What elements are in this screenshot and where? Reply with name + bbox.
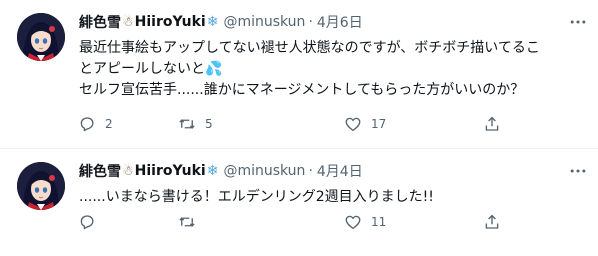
share-icon [485,214,499,229]
like-icon [345,215,361,230]
avatar-image [17,162,65,210]
avatar[interactable] [17,13,65,61]
sweat-drops-emoji: 💦 [205,61,223,77]
tweet-timestamp[interactable]: 4月4日 [317,161,363,181]
retweet-count: 5 [205,117,213,131]
reply-button[interactable]: 2 [78,113,113,135]
reply-button[interactable] [78,211,105,233]
tweet[interactable]: 緋色雪 ☃ HiiroYuki ❄ @minuskun · 4月4日 .....… [0,149,598,256]
separator-dot: · [308,163,313,179]
retweet-icon [179,119,195,129]
separator-dot: · [308,14,313,30]
snowman-emoji: ☃ [122,163,134,179]
tweet-text: 最近仕事絵もアップしてない褪せ人状態なのですが、ボチボチ描いてるこ とアピールし… [79,38,594,101]
display-name-suffix[interactable]: HiiroYuki [135,14,206,30]
display-name[interactable]: 緋色雪 [79,161,121,181]
tweet-text-line: とアピールしないと💦 [79,59,594,80]
tweet-text-segment: とアピールしないと [79,61,205,77]
more-icon[interactable] [568,161,588,181]
tweet-actions: 2 5 17 [70,113,510,135]
display-name-suffix[interactable]: HiiroYuki [135,163,206,179]
tweet-text-line: 最近仕事絵もアップしてない褪せ人状態なのですが、ボチボチ描いてるこ [79,40,540,56]
like-button[interactable]: 17 [344,113,386,135]
tweet-timestamp[interactable]: 4月6日 [317,12,363,32]
like-icon [345,117,361,132]
retweet-icon [179,217,195,227]
reply-count: 2 [105,117,113,131]
tweet-text: ......いまなら書ける！エルデンリング2週目入りました!! [79,187,594,208]
like-count: 11 [371,215,387,229]
tweet-text-line: ......いまなら書ける！エルデンリング2週目入りました!! [79,189,434,205]
share-button[interactable] [483,113,501,135]
avatar-image [17,13,65,61]
tweet[interactable]: 緋色雪 ☃ HiiroYuki ❄ @minuskun · 4月6日 最近仕事絵… [0,0,598,149]
tweet-text-line: セルフ宣伝苦手......誰かにマネージメントしてもらった方がいいのか？ [79,82,525,98]
share-button[interactable] [483,211,501,233]
snowman-emoji: ☃ [122,14,134,30]
tweet-actions: 11 [70,211,510,233]
share-icon [485,116,499,131]
user-handle[interactable]: @minuskun [223,163,305,179]
avatar[interactable] [17,162,65,210]
reply-icon [80,215,94,230]
snowflake-emoji: ❄ [206,163,219,179]
user-handle[interactable]: @minuskun [223,14,305,30]
display-name[interactable]: 緋色雪 [79,12,121,32]
retweet-button[interactable] [178,211,205,233]
more-icon[interactable] [568,12,588,32]
snowflake-emoji: ❄ [206,14,219,30]
reply-icon [80,117,94,132]
tweet-header: 緋色雪 ☃ HiiroYuki ❄ @minuskun · 4月4日 [79,161,588,181]
retweet-button[interactable]: 5 [178,113,213,135]
like-count: 17 [371,117,387,131]
tweet-header: 緋色雪 ☃ HiiroYuki ❄ @minuskun · 4月6日 [79,12,588,32]
like-button[interactable]: 11 [344,211,386,233]
